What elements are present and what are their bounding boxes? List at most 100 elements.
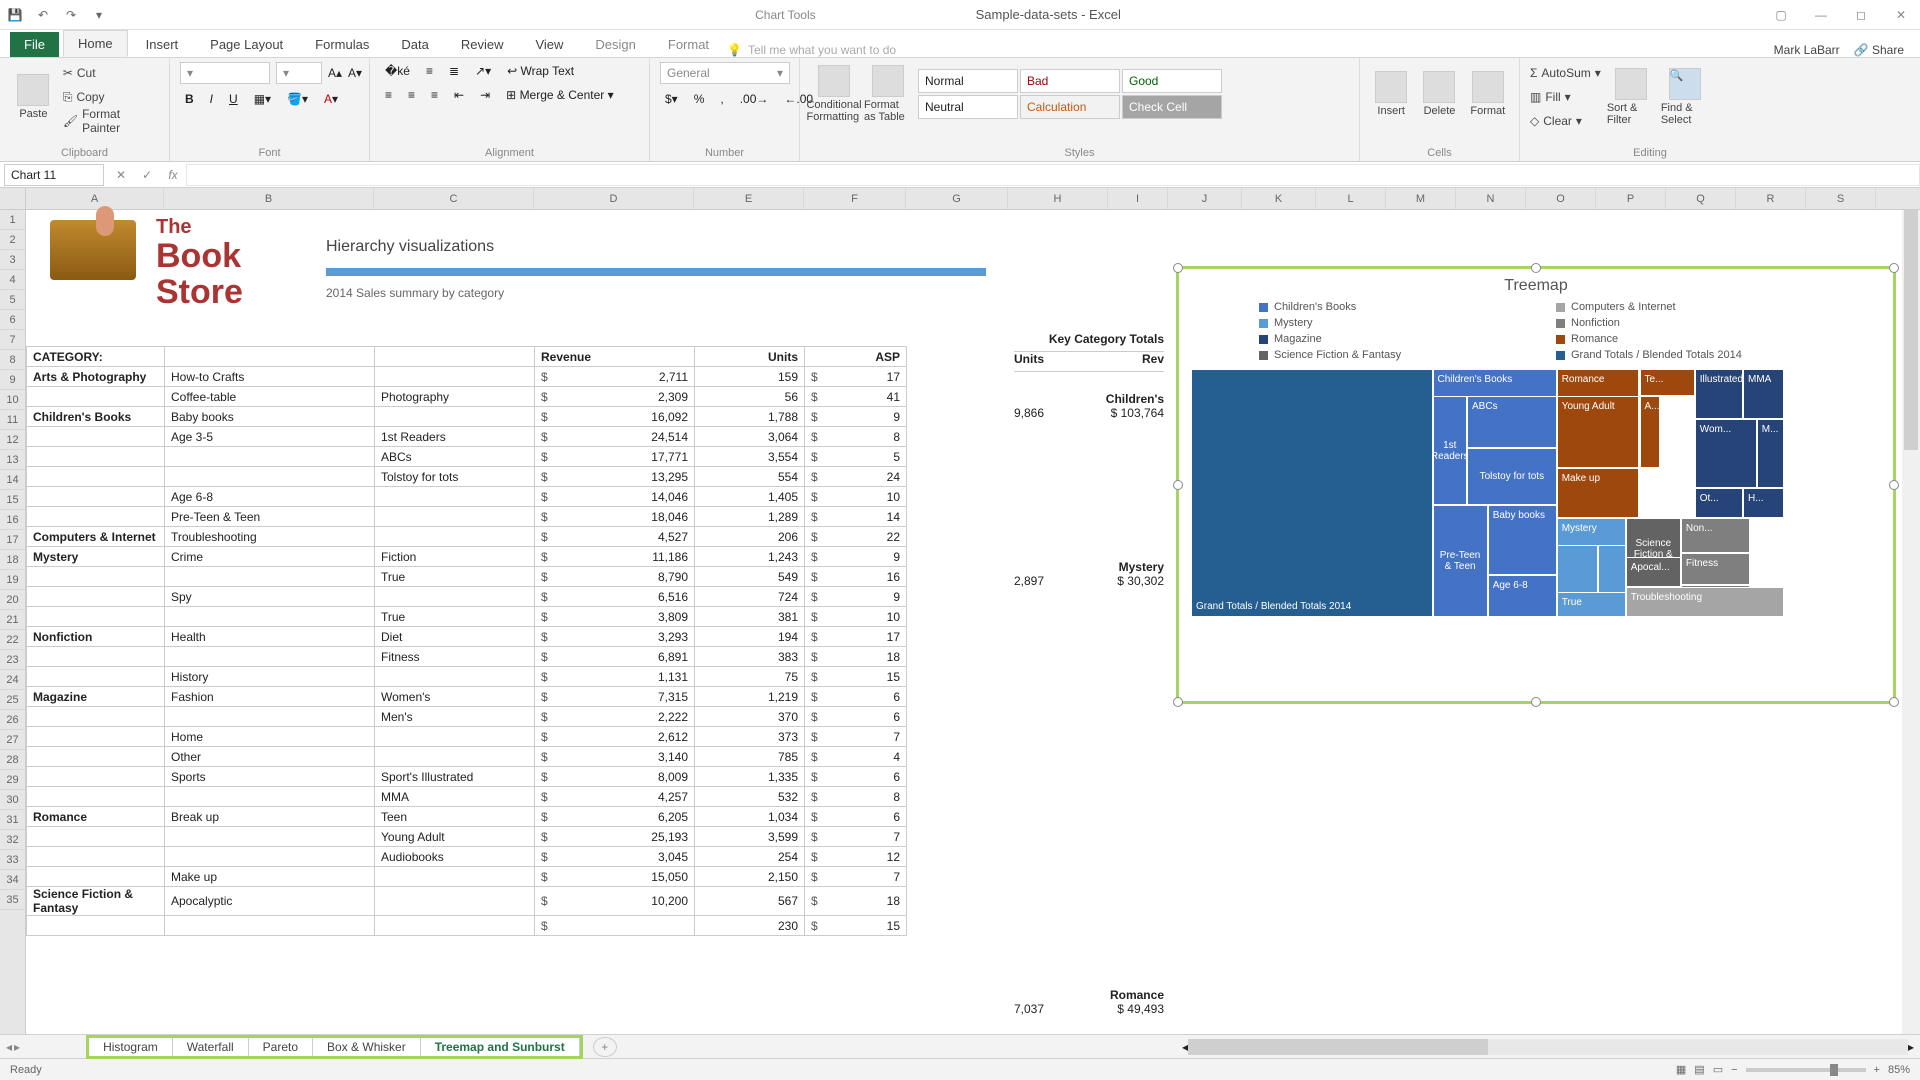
treemap-tile[interactable]: H... [1743,488,1784,518]
column-header[interactable]: I [1108,188,1168,209]
enter-icon[interactable]: ✓ [134,168,160,182]
align-center-icon[interactable]: ≡ [403,86,420,104]
cut-button[interactable]: ✂ Cut [63,62,159,84]
tab-review[interactable]: Review [447,32,518,57]
row-header[interactable]: 9 [0,370,25,390]
column-header[interactable]: B [164,188,374,209]
tab-data[interactable]: Data [387,32,442,57]
paste-button[interactable]: Paste [10,65,57,129]
table-row[interactable]: Children's BooksBaby books16,0921,7889 [27,407,907,427]
table-row[interactable]: SportsSport's Illustrated8,0091,3356 [27,767,907,787]
row-headers[interactable]: 1234567891011121314151617181920212223242… [0,188,26,1034]
row-header[interactable]: 22 [0,630,25,650]
table-row[interactable]: MysteryCrimeFiction11,1861,2439 [27,547,907,567]
column-header[interactable]: J [1168,188,1242,209]
align-left-icon[interactable]: ≡ [380,86,397,104]
table-row[interactable]: 23015 [27,916,907,936]
row-header[interactable]: 20 [0,590,25,610]
row-header[interactable]: 25 [0,690,25,710]
treemap-tile[interactable]: Pre-Teen & Teen [1433,505,1488,617]
delete-cells-button[interactable]: Delete [1418,62,1460,126]
formula-input[interactable] [186,164,1920,186]
column-header[interactable]: L [1316,188,1386,209]
row-header[interactable]: 30 [0,790,25,810]
row-header[interactable]: 5 [0,290,25,310]
table-row[interactable]: Young Adult25,1933,5997 [27,827,907,847]
row-header[interactable]: 24 [0,670,25,690]
vertical-scrollbar[interactable] [1902,210,1920,1034]
conditional-formatting-button[interactable]: Conditional Formatting [810,62,858,126]
table-row[interactable]: Audiobooks3,04525412 [27,847,907,867]
cell-styles-gallery[interactable]: Normal Bad Good Neutral Calculation Chec… [918,69,1222,119]
customize-qat-icon[interactable]: ▾ [90,6,108,24]
treemap-tile[interactable]: M... [1757,419,1785,488]
tab-design[interactable]: Design [581,32,649,57]
column-header[interactable]: K [1242,188,1316,209]
table-row[interactable]: Other3,1407854 [27,747,907,767]
new-sheet-button[interactable]: + [593,1037,617,1057]
percent-format-icon[interactable]: % [689,90,710,108]
table-row[interactable]: Computers & InternetTroubleshooting4,527… [27,527,907,547]
merge-center-button[interactable]: ⊞ Merge & Center ▾ [501,86,618,104]
row-header[interactable]: 1 [0,210,25,230]
align-middle-icon[interactable]: ≡ [421,62,438,80]
row-header[interactable]: 13 [0,450,25,470]
row-header[interactable]: 18 [0,550,25,570]
close-icon[interactable]: ✕ [1888,8,1914,22]
table-row[interactable]: RomanceBreak upTeen6,2051,0346 [27,807,907,827]
sheet-tab[interactable]: Histogram [89,1038,173,1056]
bold-button[interactable]: B [180,90,199,108]
table-row[interactable]: Pre-Teen & Teen18,0461,28914 [27,507,907,527]
align-right-icon[interactable]: ≡ [426,86,443,104]
tab-view[interactable]: View [521,32,577,57]
table-row[interactable]: Make up15,0502,1507 [27,867,907,887]
treemap-tile[interactable]: 1st Readers [1433,396,1468,505]
treemap-tile[interactable]: Grand Totals / Blended Totals 2014 [1191,369,1433,617]
clear-button[interactable]: ◇ Clear ▾ [1530,110,1601,132]
copy-button[interactable]: ⎘ Copy [63,86,159,108]
treemap-tile[interactable]: Troubleshooting [1626,587,1785,617]
table-row[interactable]: Fitness6,89138318 [27,647,907,667]
increase-decimal-icon[interactable]: .00→ [735,90,774,108]
accounting-format-icon[interactable]: $▾ [660,90,683,108]
legend-item[interactable]: Mystery [1259,317,1516,329]
table-row[interactable]: Science Fiction & FantasyApocalyptic10,2… [27,887,907,916]
style-good[interactable]: Good [1122,69,1222,93]
ribbon-display-icon[interactable]: ▢ [1768,8,1794,22]
treemap-tile[interactable]: True [1557,592,1626,617]
zoom-in-icon[interactable]: + [1874,1064,1880,1076]
treemap-tile[interactable]: Non... [1681,518,1750,553]
column-header[interactable]: A [26,188,164,209]
row-header[interactable]: 8 [0,350,25,370]
horizontal-scrollbar[interactable]: ◂▸ [617,1039,1920,1055]
row-header[interactable]: 17 [0,530,25,550]
autosum-button[interactable]: Σ AutoSum ▾ [1530,62,1601,84]
row-header[interactable]: 11 [0,410,25,430]
treemap-tile[interactable]: MMA [1743,369,1784,419]
maximize-icon[interactable]: ◻ [1848,8,1874,22]
treemap-tile[interactable]: Make up [1557,468,1640,518]
tab-formulas[interactable]: Formulas [301,32,383,57]
row-header[interactable]: 33 [0,850,25,870]
number-format-select[interactable]: General▾ [660,62,790,84]
worksheet-grid[interactable]: 1234567891011121314151617181920212223242… [0,188,1920,1034]
treemap-tile[interactable]: Young Adult [1557,396,1640,468]
column-header[interactable]: R [1736,188,1806,209]
chart-title[interactable]: Treemap [1179,269,1893,299]
legend-item[interactable]: Grand Totals / Blended Totals 2014 [1556,349,1813,361]
borders-button[interactable]: ▦▾ [249,90,276,108]
zoom-slider[interactable] [1746,1068,1866,1072]
fill-color-button[interactable]: 🪣▾ [282,90,313,108]
find-select-button[interactable]: 🔍Find & Select [1661,65,1709,129]
column-header[interactable]: P [1596,188,1666,209]
tab-insert[interactable]: Insert [132,32,193,57]
table-row[interactable]: MagazineFashionWomen's7,3151,2196 [27,687,907,707]
tell-me-search[interactable]: 💡 Tell me what you want to do [727,43,1770,57]
table-row[interactable]: Arts & PhotographyHow-to Crafts2,7111591… [27,367,907,387]
legend-item[interactable]: Nonfiction [1556,317,1813,329]
column-header[interactable]: N [1456,188,1526,209]
decrease-font-icon[interactable]: A▾ [348,66,362,80]
view-page-break-icon[interactable]: ▭ [1713,1063,1723,1076]
row-header[interactable]: 29 [0,770,25,790]
sales-table[interactable]: CATEGORY: Revenue Units ASP Arts & Photo… [26,346,907,936]
